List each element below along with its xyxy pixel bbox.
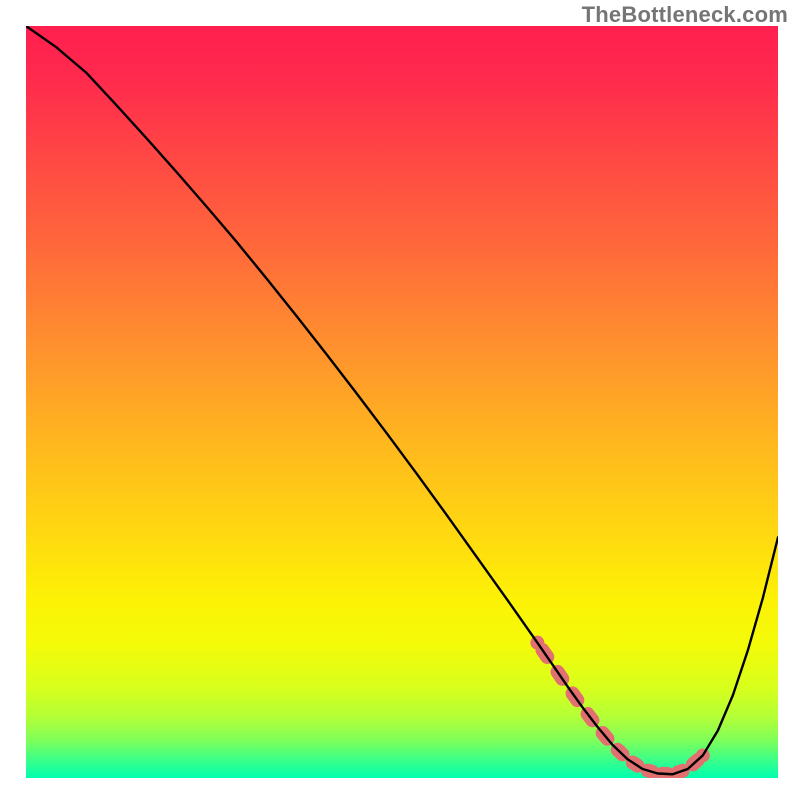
chart-container [26,26,778,778]
bottleneck-chart [26,26,778,778]
gradient-background [26,26,778,778]
attribution-text: TheBottleneck.com [582,2,788,28]
